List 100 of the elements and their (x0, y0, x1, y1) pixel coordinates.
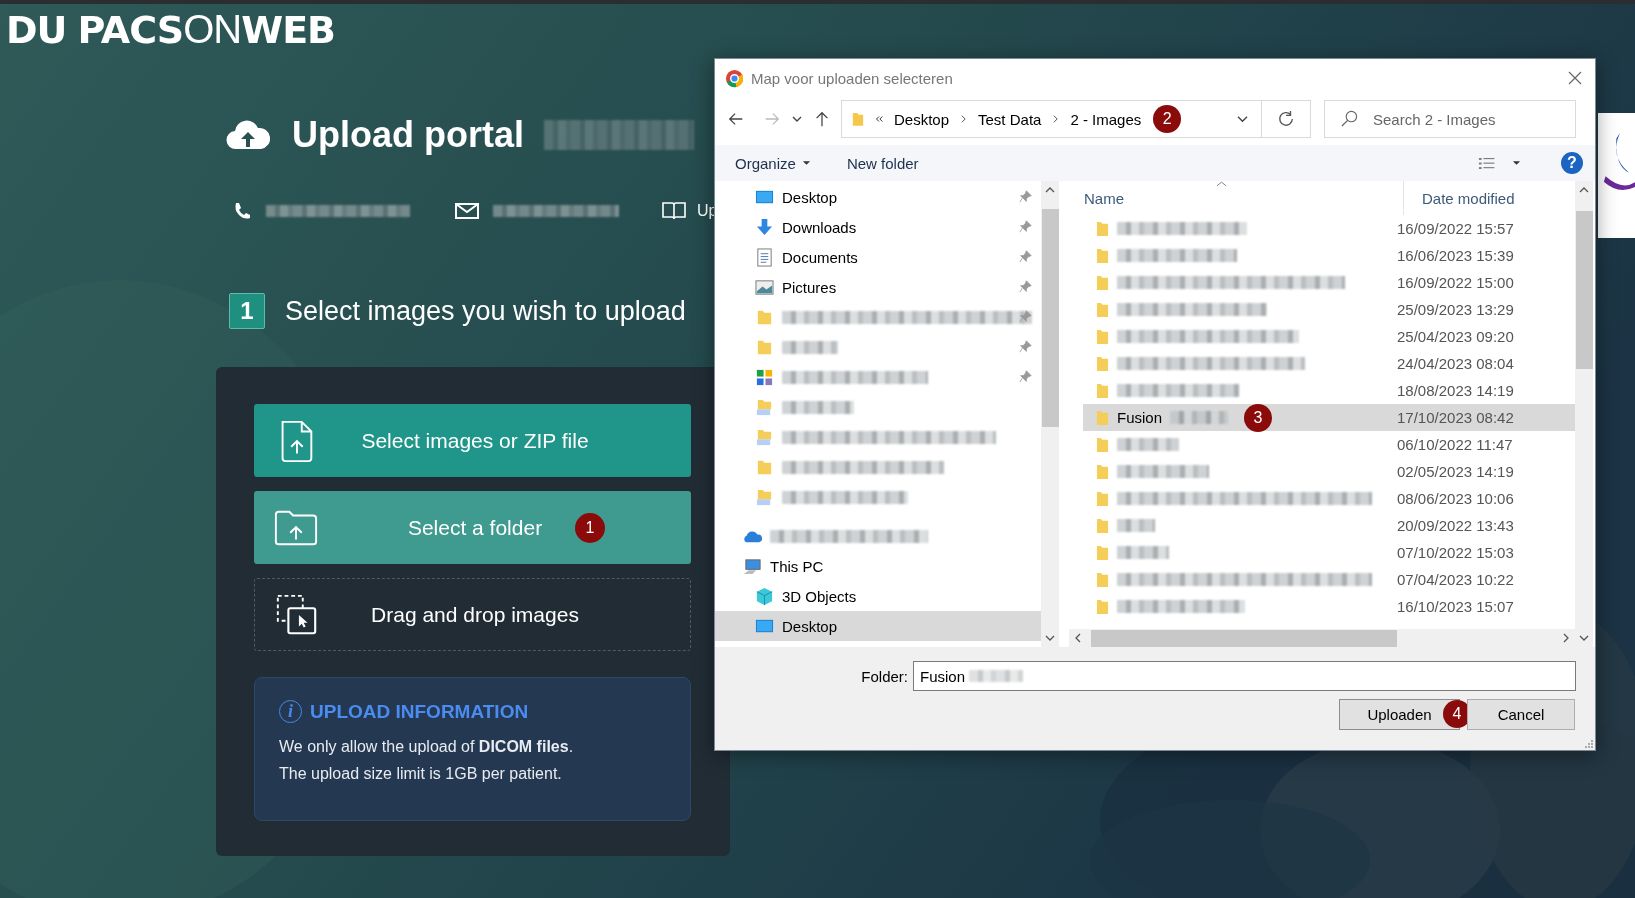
folder-row[interactable]: 16/10/2023 15:07 (1083, 593, 1575, 620)
dialog-button[interactable]: Cancel (1467, 699, 1575, 730)
redacted-text (969, 670, 1024, 682)
pin-icon[interactable] (1019, 250, 1032, 263)
logo: DU PACSONWEB (6, 10, 336, 49)
info-text: The upload size limit is 1GB per patient. (279, 764, 563, 784)
scrollbar[interactable] (1069, 629, 1575, 647)
dropdown-caret-icon[interactable] (1236, 114, 1249, 124)
folder-icon (1096, 490, 1109, 507)
portal-title: Upload portal (292, 114, 524, 156)
dialog-title: Map voor uploaden selecteren (751, 69, 954, 87)
redacted-text (782, 340, 838, 354)
redacted-text (1117, 438, 1179, 451)
back-arrow-icon[interactable] (727, 110, 745, 128)
scroll-up-icon[interactable] (1045, 187, 1055, 193)
navigation-item[interactable]: Desktop (715, 611, 1041, 641)
scroll-left-icon[interactable] (1075, 633, 1081, 643)
navigation-item[interactable]: 3D Objects (715, 581, 1041, 611)
folder-row[interactable]: 07/04/2023 10:22 (1083, 566, 1575, 593)
folder-row[interactable]: 20/09/2022 13:43 (1083, 512, 1575, 539)
callout-number: 2 (1153, 105, 1182, 133)
navigation-item[interactable]: Desktop (715, 182, 1041, 212)
pin-icon[interactable] (1019, 280, 1032, 293)
pin-icon[interactable] (1019, 220, 1032, 233)
help-icon[interactable]: ? (1561, 152, 1583, 174)
new-folder-button[interactable]: New folder (838, 150, 927, 176)
organize-menu-button[interactable]: Organize (727, 150, 819, 176)
folder-name-field[interactable]: Fusion (913, 661, 1576, 691)
callout-number: 3 (1244, 403, 1273, 432)
scroll-down-icon[interactable] (1579, 635, 1589, 641)
mail-icon (455, 203, 479, 219)
breadcrumb[interactable]: 2 - Images (1070, 110, 1142, 128)
info-title: UPLOAD INFORMATION (310, 700, 529, 723)
computer-icon (743, 556, 762, 576)
navigation-item[interactable]: Documents (715, 242, 1041, 272)
navigation-item[interactable]: Downloads (715, 212, 1041, 242)
folder-icon (1096, 220, 1109, 237)
double-chevron-icon (874, 114, 884, 124)
breadcrumb[interactable]: Desktop (894, 110, 950, 128)
breadcrumb[interactable]: Test Data (978, 110, 1042, 128)
document-icon (755, 247, 774, 267)
folder-row[interactable]: 16/09/2022 15:57 (1083, 215, 1575, 242)
close-icon[interactable] (1568, 71, 1582, 85)
upload-option-button[interactable]: Drag and drop images (254, 578, 691, 651)
pin-icon[interactable] (1019, 190, 1032, 203)
folder-row[interactable]: 18/08/2023 14:19 (1083, 377, 1575, 404)
resize-grip-icon[interactable] (1583, 738, 1593, 748)
folder-icon (755, 487, 774, 507)
folder-icon (1096, 544, 1109, 561)
cloud-upload-icon (226, 120, 270, 150)
up-arrow-icon[interactable] (813, 110, 831, 128)
folder-icon (1096, 247, 1109, 264)
browser-icon (725, 68, 744, 88)
folder-icon (1096, 598, 1109, 615)
folder-icon (1096, 436, 1109, 453)
folder-row[interactable]: 08/06/2023 10:06 (1083, 485, 1575, 512)
scroll-right-icon[interactable] (1563, 633, 1569, 643)
scroll-up-icon[interactable] (1579, 187, 1589, 193)
column-header[interactable]: Name (1069, 189, 1384, 207)
upload-option-button[interactable]: Select images or ZIP file (254, 404, 691, 477)
dropdown-caret-icon[interactable] (1512, 160, 1521, 166)
folder-row[interactable]: 24/04/2023 08:04 (1083, 350, 1575, 377)
folder-icon (755, 397, 774, 417)
search-field[interactable]: Search 2 - Images (1324, 100, 1576, 138)
chevron-right-icon (1052, 114, 1060, 124)
folder-row[interactable]: 07/10/2022 15:03 (1083, 539, 1575, 566)
caret-icon (801, 160, 811, 166)
redacted-text (1117, 546, 1169, 559)
chevron-right-icon (960, 114, 968, 124)
folder-icon (1096, 301, 1109, 318)
forward-arrow-icon[interactable] (763, 110, 781, 128)
folder-row[interactable]: 02/05/2023 14:19 (1083, 458, 1575, 485)
folder-row[interactable]: Fusion 3 17/10/2023 08:42 (1083, 404, 1575, 431)
folder-row[interactable]: 16/09/2022 15:00 (1083, 269, 1575, 296)
callout-number: 1 (575, 513, 605, 543)
navigation-item[interactable]: This PC (715, 551, 1041, 581)
folder-icon (755, 427, 774, 447)
folder-row[interactable]: 16/06/2023 15:39 (1083, 242, 1575, 269)
redacted-text (782, 400, 854, 414)
folder-row[interactable]: 06/10/2022 11:47 (1083, 431, 1575, 458)
folder-icon (1096, 517, 1109, 534)
sort-caret-icon (1216, 181, 1227, 187)
picture-frame-icon (755, 277, 774, 297)
upload-option-button[interactable]: Select a folder 1 (254, 491, 691, 564)
folder-row[interactable]: 25/09/2023 13:29 (1083, 296, 1575, 323)
scrollbar[interactable] (1575, 181, 1593, 647)
folder-row[interactable]: 25/04/2023 09:20 (1083, 323, 1575, 350)
pin-icon[interactable] (1019, 310, 1032, 323)
pin-icon[interactable] (1019, 340, 1032, 353)
scroll-down-icon[interactable] (1045, 635, 1055, 641)
navigation-item[interactable]: Pictures (715, 272, 1041, 302)
step-number: 1 (229, 293, 265, 329)
pin-icon[interactable] (1019, 370, 1032, 383)
scrollbar[interactable] (1041, 181, 1059, 647)
refresh-icon[interactable] (1277, 110, 1295, 128)
step-title: Select images you wish to upload (285, 295, 686, 327)
column-header[interactable]: Date modified (1403, 181, 1515, 215)
address-bar[interactable]: Desktop Test Data 2 - Images 2 (841, 100, 1311, 138)
download-arrow-icon (755, 217, 774, 237)
folder-icon (1096, 382, 1109, 399)
